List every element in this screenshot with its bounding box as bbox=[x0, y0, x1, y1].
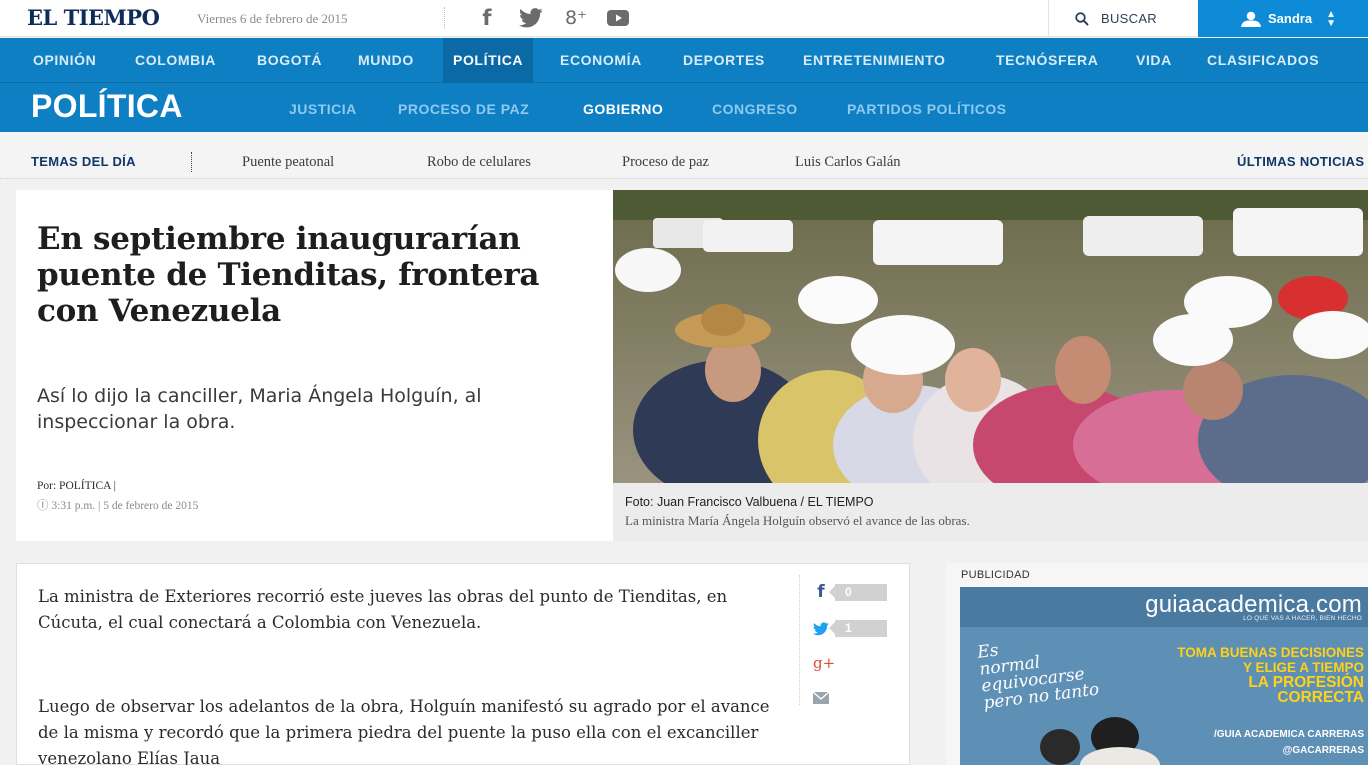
ad-cta-line: TOMA BUENAS DECISIONES bbox=[1177, 645, 1364, 660]
user-name: Sandra bbox=[1268, 11, 1313, 26]
ad-cta-line: Y ELIGE A TIEMPO bbox=[1242, 660, 1364, 675]
user-icon bbox=[1241, 11, 1261, 27]
section-title[interactable]: POLÍTICA bbox=[31, 88, 183, 125]
topic-link[interactable]: Robo de celulares bbox=[427, 154, 531, 171]
ad-banner[interactable]: guiaacademica.com LO QUE VAS A HACER, BI… bbox=[960, 587, 1368, 765]
ad-facebook-handle: /GUIA ACADEMICA CARRERAS bbox=[1214, 729, 1364, 740]
current-date: Viernes 6 de febrero de 2015 bbox=[197, 11, 348, 26]
facebook-share-count: 0 bbox=[829, 583, 887, 601]
top-divider bbox=[444, 7, 445, 29]
google-plus-icon[interactable]: 8⁺ bbox=[562, 4, 590, 32]
trending-divider bbox=[191, 152, 192, 172]
article-paragraph: La ministra de Exteriores recorrió este … bbox=[38, 587, 728, 632]
envelope-icon bbox=[813, 692, 829, 704]
youtube-icon[interactable] bbox=[598, 4, 638, 32]
trending-label: TEMAS DEL DÍA bbox=[31, 154, 136, 169]
subnav-item-proceso-de-paz[interactable]: PROCESO DE PAZ bbox=[398, 83, 529, 133]
ad-cta-line: LA PROFESIÓN CORRECTA bbox=[1248, 674, 1364, 706]
article-timestamp: Ⓘ 3:31 p.m. | 5 de febrero de 2015 bbox=[37, 500, 199, 512]
nav-item-clasificados[interactable]: CLASIFICADOS bbox=[1207, 38, 1319, 82]
facebook-share-button[interactable]: f 0 bbox=[813, 582, 887, 602]
nav-item-vida[interactable]: VIDA bbox=[1136, 38, 1172, 82]
subnav-item-congreso[interactable]: CONGRESO bbox=[712, 83, 798, 133]
search-icon bbox=[1075, 11, 1089, 26]
article-body: La ministra de Exteriores recorrió este … bbox=[16, 563, 910, 765]
nav-item-tecnosfera[interactable]: TECNÓSFERA bbox=[996, 38, 1098, 82]
photo-caption-box: Foto: Juan Francisco Valbuena / EL TIEMP… bbox=[613, 483, 1368, 541]
subnav-item-justicia[interactable]: JUSTICIA bbox=[289, 83, 357, 133]
nav-item-politica[interactable]: POLÍTICA bbox=[443, 38, 534, 82]
crowd-photo-illustration bbox=[613, 190, 1368, 483]
article-photo[interactable] bbox=[613, 190, 1368, 483]
trending-topics-bar: TEMAS DEL DÍA Puente peatonal Robo de ce… bbox=[0, 132, 1368, 179]
photo-credit: Foto: Juan Francisco Valbuena / EL TIEMP… bbox=[625, 495, 874, 509]
ad-slogan: Es normal equivocarse pero no tanto bbox=[976, 626, 1143, 713]
google-plus-icon: g+ bbox=[813, 654, 836, 672]
facebook-icon[interactable]: f bbox=[477, 4, 497, 32]
nav-item-economia[interactable]: ECONOMÍA bbox=[560, 38, 642, 82]
share-divider bbox=[799, 575, 800, 705]
subnav-item-gobierno[interactable]: GOBIERNO bbox=[583, 83, 663, 133]
user-menu[interactable]: Sandra ▲ ▼ bbox=[1198, 0, 1368, 37]
ad-tagline: LO QUE VAS A HACER, BIEN HECHO bbox=[1243, 615, 1362, 622]
twitter-icon[interactable] bbox=[516, 4, 546, 32]
nav-item-mundo[interactable]: MUNDO bbox=[358, 38, 414, 82]
article-summary: Así lo dijo la canciller, Maria Ángela H… bbox=[37, 385, 482, 433]
section-bar: POLÍTICA JUSTICIA PROCESO DE PAZ GOBIERN… bbox=[0, 82, 1368, 132]
site-logo[interactable]: EL TIEMPO bbox=[27, 5, 160, 30]
search-label: BUSCAR bbox=[1101, 11, 1157, 26]
nav-item-bogota[interactable]: BOGOTÁ bbox=[257, 38, 322, 82]
ad-people-illustration bbox=[1040, 717, 1160, 765]
advertisement: PUBLICIDAD guiaacademica.com LO QUE VAS … bbox=[946, 563, 1368, 765]
article-byline[interactable]: Por: POLÍTICA | bbox=[37, 480, 116, 492]
ad-twitter-handle: @GACARRERAS bbox=[1282, 745, 1364, 756]
top-bar: EL TIEMPO Viernes 6 de febrero de 2015 f… bbox=[0, 0, 1368, 37]
email-share-button[interactable] bbox=[813, 692, 829, 704]
article-header: En septiembre inaugurarían puente de Tie… bbox=[16, 190, 613, 541]
topic-link[interactable]: Puente peatonal bbox=[242, 154, 334, 171]
nav-item-entretenimiento[interactable]: ENTRETENIMIENTO bbox=[803, 38, 946, 82]
article-headline: En septiembre inaugurarían puente de Tie… bbox=[37, 221, 540, 329]
nav-item-deportes[interactable]: DEPORTES bbox=[683, 38, 765, 82]
ad-label: PUBLICIDAD bbox=[961, 569, 1031, 581]
main-navigation: OPINIÓN COLOMBIA BOGOTÁ MUNDO POLÍTICA E… bbox=[0, 38, 1368, 82]
latest-news-link[interactable]: ÚLTIMAS NOTICIAS bbox=[1237, 154, 1364, 169]
facebook-icon: f bbox=[817, 582, 825, 602]
google-plus-share-button[interactable]: g+ bbox=[813, 654, 836, 672]
ad-call-to-action: TOMA BUENAS DECISIONES Y ELIGE A TIEMPO … bbox=[1174, 645, 1364, 705]
twitter-share-button[interactable]: 1 bbox=[813, 620, 887, 637]
photo-caption: La ministra María Ángela Holguín observó… bbox=[625, 513, 970, 528]
nav-item-opinion[interactable]: OPINIÓN bbox=[33, 38, 96, 82]
twitter-share-count: 1 bbox=[829, 620, 887, 637]
subnav-item-partidos-politicos[interactable]: PARTIDOS POLÍTICOS bbox=[847, 83, 1007, 133]
search-button[interactable]: BUSCAR bbox=[1048, 0, 1198, 37]
article-paragraph: Luego de observar los adelantos de la ob… bbox=[38, 697, 770, 765]
topic-link[interactable]: Proceso de paz bbox=[622, 154, 709, 171]
chevron-up-down-icon: ▲ ▼ bbox=[1326, 8, 1336, 29]
topic-link[interactable]: Luis Carlos Galán bbox=[795, 154, 901, 171]
nav-item-colombia[interactable]: COLOMBIA bbox=[135, 38, 216, 82]
twitter-icon bbox=[813, 621, 829, 635]
